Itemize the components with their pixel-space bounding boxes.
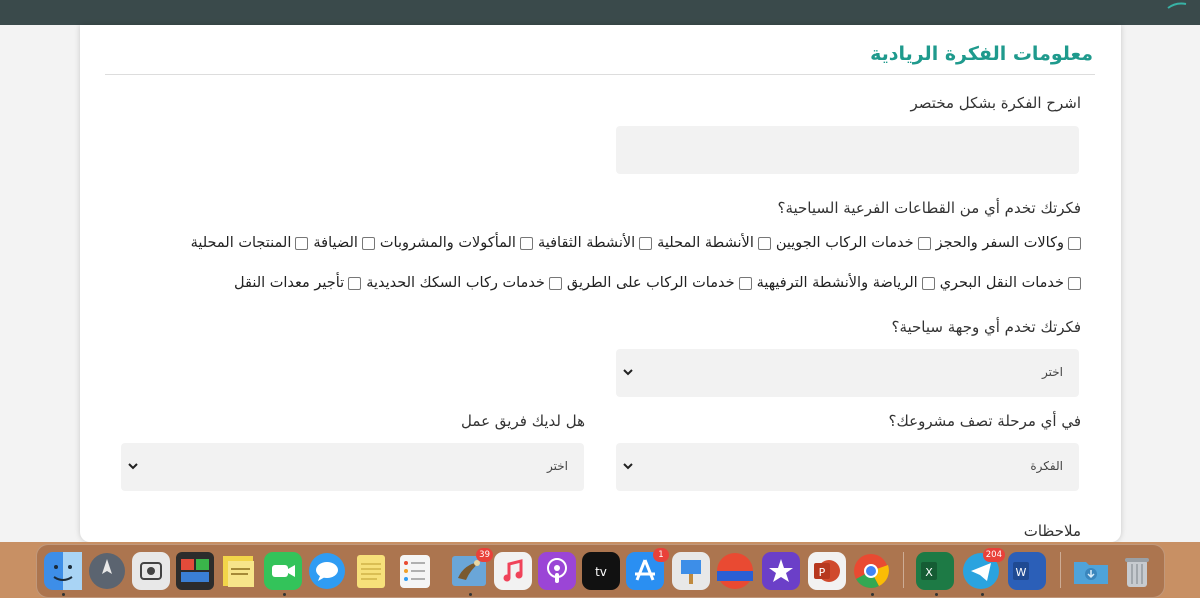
running-indicator xyxy=(935,593,938,596)
app-store-badge: 1 xyxy=(653,548,669,562)
checkbox[interactable] xyxy=(295,236,309,250)
dock-separator xyxy=(903,552,904,588)
stickies-icon[interactable] xyxy=(220,552,258,590)
macos-dock: 39 tv 1 P X 204 W xyxy=(0,542,1200,598)
app-header-bar xyxy=(0,0,1200,25)
running-indicator xyxy=(871,593,874,596)
apple-tv-icon[interactable]: tv xyxy=(582,552,620,590)
facetime-icon[interactable] xyxy=(264,552,302,590)
checkbox[interactable] xyxy=(738,276,752,290)
project-stage-label: في أي مرحلة تصف مشروعك؟ xyxy=(888,412,1081,430)
project-stage-select-value: الفكرة xyxy=(1030,459,1063,473)
sector-option-air-passenger-services[interactable]: خدمات الركاب الجويين xyxy=(776,235,931,251)
notes-icon[interactable] xyxy=(352,552,390,590)
word-icon[interactable]: W xyxy=(1008,552,1046,590)
checkbox[interactable] xyxy=(348,276,362,290)
svg-text:X: X xyxy=(925,566,933,579)
sector-option-road-passenger-services[interactable]: خدمات الركاب على الطريق xyxy=(567,275,752,291)
chrome-icon[interactable] xyxy=(852,552,890,590)
team-select-value: اختر xyxy=(547,459,568,473)
downloads-folder-icon[interactable] xyxy=(1072,552,1110,590)
running-indicator xyxy=(283,593,286,596)
notes-label: ملاحظات xyxy=(1023,522,1081,540)
team-question-label: هل لديك فريق عمل xyxy=(461,412,585,430)
sectors-question-label: فكرتك تخدم أي من القطاعات الفرعية السياح… xyxy=(777,199,1081,217)
checkbox[interactable] xyxy=(917,236,931,250)
sector-option-maritime-transport[interactable]: خدمات النقل البحري xyxy=(940,275,1081,291)
svg-text:P: P xyxy=(819,566,826,579)
logo-icon xyxy=(1167,2,1187,9)
finder-icon[interactable] xyxy=(44,552,82,590)
sector-option-hospitality[interactable]: الضيافة xyxy=(313,235,375,251)
messages-icon[interactable] xyxy=(308,552,346,590)
launchpad-icon[interactable] xyxy=(88,552,126,590)
telegram-badge: 204 xyxy=(982,548,1005,562)
dock-separator xyxy=(1060,552,1061,588)
sector-option-transport-equipment-rental[interactable]: تأجير معدات النقل xyxy=(234,275,362,291)
screenshot-icon[interactable] xyxy=(132,552,170,590)
keynote-icon[interactable] xyxy=(672,552,710,590)
telegram-icon[interactable]: 204 xyxy=(962,548,1005,590)
sectors-checkbox-row-1: وكالات السفر والحجز خدمات الركاب الجويين… xyxy=(186,235,1081,251)
sector-option-local-products[interactable]: المنتجات المحلية xyxy=(191,235,309,251)
team-select[interactable]: اختر xyxy=(121,443,584,491)
destination-question-label: فكرتك تخدم أي وجهة سياحية؟ xyxy=(891,318,1082,336)
project-stage-select[interactable]: الفكرة xyxy=(616,443,1079,491)
svg-text:W: W xyxy=(1016,566,1027,579)
sector-option-sports-recreation[interactable]: الرياضة والأنشطة الترفيهية xyxy=(757,275,935,291)
chevron-down-icon xyxy=(128,463,138,470)
destination-select-value: اختر xyxy=(1042,365,1063,379)
checkbox[interactable] xyxy=(757,236,771,250)
imovie-icon[interactable] xyxy=(762,552,800,590)
checkbox[interactable] xyxy=(519,236,533,250)
sectors-checkbox-row-2: خدمات النقل البحري الرياضة والأنشطة التر… xyxy=(229,275,1081,291)
destination-select[interactable]: اختر xyxy=(616,349,1079,397)
checkbox[interactable] xyxy=(548,276,562,290)
section-title: معلومات الفكرة الريادية xyxy=(870,43,1093,65)
sector-option-food-beverages[interactable]: المأكولات والمشروبات xyxy=(380,235,533,251)
reminders-icon[interactable] xyxy=(396,552,434,590)
svg-text:tv: tv xyxy=(595,565,607,579)
sector-option-cultural-activities[interactable]: الأنشطة الثقافية xyxy=(538,235,653,251)
chevron-down-icon xyxy=(623,463,633,470)
checkbox[interactable] xyxy=(639,236,653,250)
chevron-down-icon xyxy=(623,369,633,376)
running-indicator xyxy=(981,593,984,596)
sector-option-local-activities[interactable]: الأنشطة المحلية xyxy=(657,235,771,251)
podcasts-icon[interactable] xyxy=(538,552,576,590)
checkbox[interactable] xyxy=(361,236,375,250)
idea-description-label: اشرح الفكرة بشكل مختصر xyxy=(910,94,1081,112)
trash-icon[interactable] xyxy=(1118,552,1156,590)
powerpoint-icon[interactable]: P xyxy=(808,552,846,590)
checkbox[interactable] xyxy=(1068,236,1081,250)
sector-option-rail-passenger-services[interactable]: خدمات ركاب السكك الحديدية xyxy=(366,275,562,291)
app-store-icon[interactable]: 1 xyxy=(626,548,669,590)
running-indicator xyxy=(62,593,65,596)
running-indicator xyxy=(469,593,472,596)
checkbox[interactable] xyxy=(1068,276,1081,290)
app-icon[interactable] xyxy=(716,552,754,590)
section-divider xyxy=(105,74,1095,75)
sector-option-travel-agencies[interactable]: وكالات السفر والحجز xyxy=(936,235,1081,251)
idea-description-field[interactable] xyxy=(616,126,1079,174)
mail-badge: 39 xyxy=(476,548,493,562)
mail-icon[interactable]: 39 xyxy=(450,548,493,590)
music-icon[interactable] xyxy=(494,552,532,590)
idea-info-form: معلومات الفكرة الريادية اشرح الفكرة بشكل… xyxy=(80,25,1121,542)
checkbox[interactable] xyxy=(921,276,935,290)
excel-icon[interactable]: X xyxy=(916,552,954,590)
photo-booth-icon[interactable] xyxy=(176,552,214,590)
